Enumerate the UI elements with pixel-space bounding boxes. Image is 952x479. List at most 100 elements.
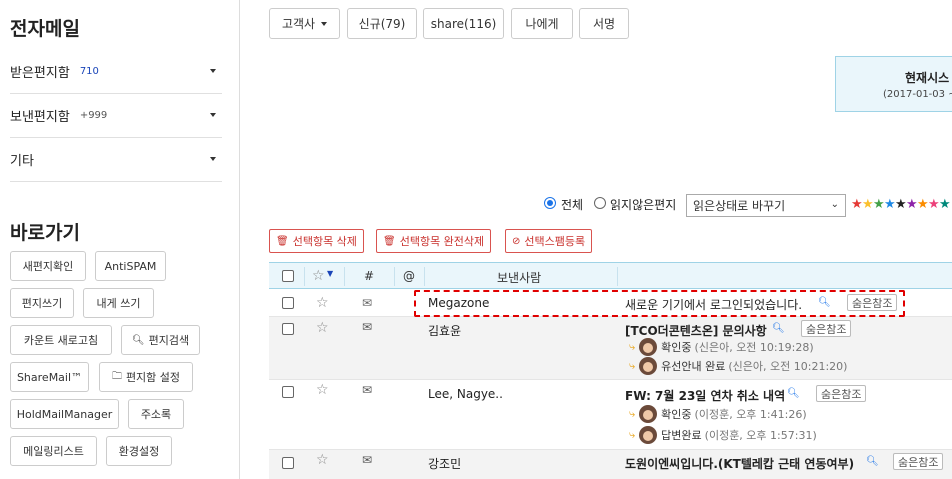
reply-label: 답변완료	[661, 429, 702, 442]
select-all-checkbox[interactable]	[282, 270, 294, 282]
caret-down-icon[interactable]	[210, 113, 216, 117]
write-to-self-button[interactable]: 내게 쓰기	[83, 288, 154, 318]
filter-all-radio[interactable]	[544, 197, 556, 209]
sharemail-button[interactable]: ShareMail™	[10, 362, 89, 392]
system-status-date: (2017-01-03 ~	[883, 89, 952, 100]
sidebar-title: 전자메일	[10, 18, 80, 40]
signature-button[interactable]: 서명	[579, 8, 629, 39]
caret-down-icon[interactable]: ▼	[327, 267, 333, 281]
row-checkbox[interactable]	[282, 457, 294, 469]
sidebar-item-inbox[interactable]: 받은편지함 710	[10, 50, 222, 94]
filter-unread-label[interactable]: 읽지않은편지	[610, 196, 676, 213]
star-color-swatch-icon[interactable]: ★	[873, 198, 885, 212]
permanent-delete-button[interactable]: 🗑 선택항목 완전삭제	[376, 229, 492, 253]
button-label: 편지함 설정	[125, 371, 181, 384]
reply-item[interactable]: ⤷ 확인중 (신은아, 오전 10:19:28)	[629, 338, 814, 356]
sender-name[interactable]: 강조민	[428, 455, 461, 472]
envelope-open-icon: ✉	[362, 296, 373, 310]
star-color-swatch-icon[interactable]: ★	[906, 198, 918, 212]
row-checkbox[interactable]	[282, 386, 294, 398]
message-row[interactable]: ☆ ✉ 김효윤 [TCO더콘텐츠온] 문의사항 🔍︎ 숨은참조 ⤷ 확인중 (신…	[269, 317, 952, 380]
delete-selected-button[interactable]: 🗑 선택항목 삭제	[269, 229, 364, 253]
check-new-mail-button[interactable]: 새편지확인	[10, 251, 86, 281]
antispam-button[interactable]: AntiSPAM	[95, 251, 166, 281]
row-checkbox[interactable]	[282, 323, 294, 335]
subject-text[interactable]: FW: 7월 23일 연차 취소 내역	[625, 387, 785, 404]
star-color-swatch-icon[interactable]: ★	[851, 198, 863, 212]
highlight-box	[414, 290, 905, 317]
button-label: 선택항목 삭제	[292, 235, 357, 248]
refresh-count-button[interactable]: 카운트 새로고침	[10, 325, 112, 355]
reply-item[interactable]: ⤷ 확인중 (이정훈, 오후 1:41:26)	[629, 405, 807, 423]
envelope-icon: ✉	[362, 383, 373, 397]
search-icon[interactable]: 🔍︎	[787, 388, 800, 399]
caret-down-icon[interactable]	[210, 157, 216, 161]
reply-arrow-icon: ⤷	[629, 407, 636, 420]
avatar	[639, 338, 658, 356]
shortcuts-title: 바로가기	[10, 222, 80, 244]
button-label: 신규(79)	[358, 17, 406, 31]
search-icon[interactable]: 🔍︎	[772, 323, 785, 334]
avatar	[639, 426, 658, 444]
message-list-header: ☆ ▼ # @ 보낸사람	[269, 262, 952, 289]
reply-arrow-icon: ⤷	[629, 428, 636, 441]
button-label: 고객사	[281, 17, 316, 31]
star-color-swatch-icon[interactable]: ★	[917, 198, 929, 212]
search-icon: 🔍︎	[131, 334, 145, 346]
trash-icon: 🗑	[276, 235, 289, 247]
star-color-swatch-icon[interactable]: ★	[939, 198, 951, 212]
star-color-swatch-icon[interactable]: ★	[862, 198, 874, 212]
system-status-title: 현재시스	[905, 71, 950, 85]
address-book-button[interactable]: 주소록	[128, 399, 184, 429]
reply-meta: (이정훈, 오후 1:57:31)	[704, 429, 817, 442]
reply-item[interactable]: ⤷ 유선안내 완료 (신은아, 오전 10:21:20)	[629, 357, 847, 375]
sender-name[interactable]: Lee, Nagye..	[428, 387, 503, 401]
star-color-swatch-icon[interactable]: ★	[895, 198, 907, 212]
chevron-down-icon: ⌄	[830, 199, 839, 210]
folder-label: 받은편지함	[10, 66, 70, 81]
mark-read-select[interactable]: 읽은상태로 바꾸기 ⌄	[686, 194, 846, 217]
button-label: 편지쓰기	[21, 297, 63, 310]
subject-text[interactable]: 도원이엔씨입니다.(KT텔레캅 근태 연동여부)	[625, 455, 854, 472]
mailing-list-button[interactable]: 메일링리스트	[10, 436, 97, 466]
row-checkbox[interactable]	[282, 297, 294, 309]
envelope-icon: ✉	[362, 453, 373, 467]
star-filter-icon[interactable]: ☆	[312, 269, 325, 283]
star-icon[interactable]: ☆	[316, 453, 329, 467]
customer-dropdown-button[interactable]: 고객사	[269, 8, 340, 39]
to-me-button[interactable]: 나에게	[511, 8, 573, 39]
button-label: 선택스팸등록	[524, 235, 586, 248]
sidebar-item-sent[interactable]: 보낸편지함 +999	[10, 94, 222, 138]
reply-label: 확인중	[661, 341, 692, 354]
star-icon[interactable]: ☆	[316, 321, 329, 335]
sidebar-item-other[interactable]: 기타	[10, 138, 222, 182]
new-mail-button[interactable]: 신규(79)	[347, 8, 417, 39]
holdmailmanager-button[interactable]: HoldMailManager	[10, 399, 119, 429]
button-label: 나에게	[525, 17, 559, 31]
sender-name[interactable]: 김효윤	[428, 322, 461, 339]
message-row[interactable]: ☆ ✉ 강조민 도원이엔씨입니다.(KT텔레캅 근태 연동여부) 🔍︎ 숨은참조	[269, 450, 952, 479]
button-label: 편지검색	[148, 334, 190, 347]
search-icon[interactable]: 🔍︎	[866, 456, 879, 467]
reply-item[interactable]: ⤷ 답변완료 (이정훈, 오후 1:57:31)	[629, 426, 817, 444]
message-row[interactable]: ☆ ✉ Lee, Nagye.. FW: 7월 23일 연차 취소 내역 🔍︎ …	[269, 380, 952, 450]
mail-search-button[interactable]: 🔍︎ 편지검색	[121, 325, 200, 355]
star-icon[interactable]: ☆	[316, 383, 329, 397]
button-label: 새편지확인	[22, 260, 74, 273]
compose-button[interactable]: 편지쓰기	[10, 288, 74, 318]
star-color-swatch-icon[interactable]: ★	[884, 198, 896, 212]
filter-all-label[interactable]: 전체	[561, 196, 583, 213]
subject-text[interactable]: [TCO더콘텐츠온] 문의사항	[625, 322, 767, 339]
caret-down-icon[interactable]	[210, 69, 216, 73]
unread-count: 710	[79, 66, 99, 77]
folder-settings-button[interactable]: 🗀 편지함 설정	[99, 362, 193, 392]
share-button[interactable]: share(116)	[423, 8, 504, 39]
avatar	[639, 405, 658, 423]
preferences-button[interactable]: 환경설정	[106, 436, 172, 466]
sender-column-header[interactable]: 보낸사람	[497, 269, 541, 286]
star-color-swatch-icon[interactable]: ★	[928, 198, 940, 212]
register-spam-button[interactable]: ⊘ 선택스팸등록	[505, 229, 593, 253]
filter-unread-radio[interactable]	[594, 197, 606, 209]
star-icon[interactable]: ☆	[316, 296, 329, 310]
button-label: 서명	[592, 17, 616, 31]
